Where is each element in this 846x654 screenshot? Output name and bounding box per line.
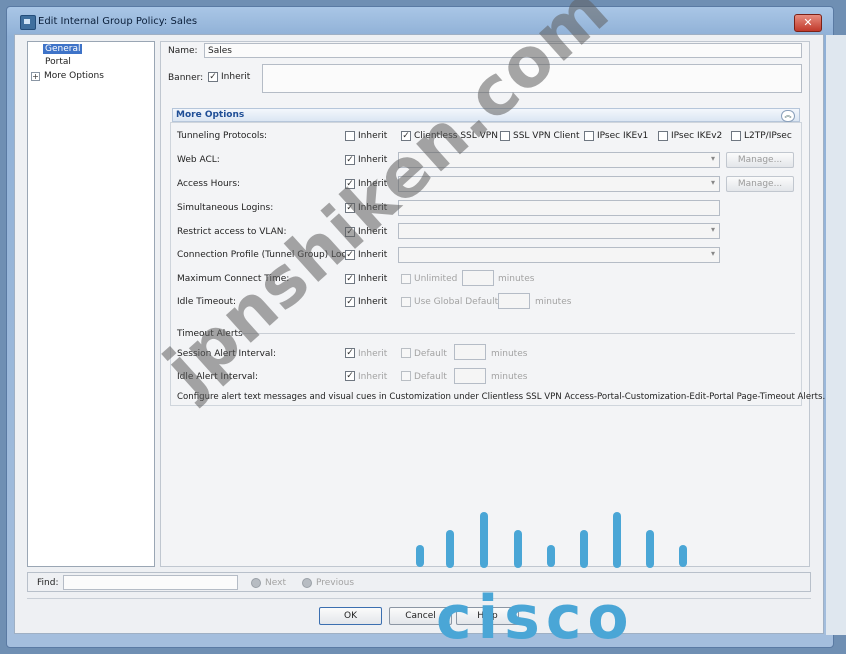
unlimited-label: Unlimited	[414, 274, 458, 284]
window-title: Edit Internal Group Policy: Sales	[38, 16, 198, 27]
tunneling-inherit-checkbox[interactable]	[345, 131, 355, 141]
ipsec-ikev2-checkbox[interactable]	[658, 131, 668, 141]
l2tp-ipsec-checkbox[interactable]	[731, 131, 741, 141]
find-label: Find:	[37, 578, 59, 588]
ok-button[interactable]: OK	[319, 607, 382, 625]
session-alert-inherit-checkbox[interactable]: ✓	[345, 348, 355, 358]
timeout-alerts-footnote: Configure alert text messages and visual…	[177, 392, 826, 402]
collapse-icon[interactable]: ︽	[781, 110, 795, 122]
cisco-bar	[613, 512, 621, 568]
banner-inherit-label: Inherit	[221, 72, 251, 82]
restrict-vlan-select[interactable]	[398, 223, 720, 239]
max-connect-time-inherit-label: Inherit	[358, 274, 388, 284]
timeout-alerts-divider	[240, 333, 795, 334]
tree-item-portal[interactable]: Portal	[45, 57, 71, 67]
navigation-tree	[27, 41, 155, 567]
tree-item-general[interactable]: General	[43, 44, 83, 54]
session-alert-unit: minutes	[491, 349, 528, 359]
next-icon	[251, 578, 261, 588]
use-global-default-checkbox[interactable]	[401, 297, 411, 307]
idle-alert-default-label: Default	[414, 372, 447, 382]
button-bar-divider	[27, 598, 811, 599]
close-button[interactable]: ✕	[794, 14, 822, 32]
find-previous-button[interactable]: Previous	[316, 578, 354, 588]
simultaneous-logins-input[interactable]	[398, 200, 720, 216]
ipsec-ikev1-checkbox[interactable]	[584, 131, 594, 141]
idle-alert-inherit-checkbox[interactable]: ✓	[345, 371, 355, 381]
idle-timeout-inherit-label: Inherit	[358, 297, 388, 307]
l2tp-ipsec-label: L2TP/IPsec	[744, 131, 792, 141]
ipsec-ikev1-label: IPsec IKEv1	[597, 131, 649, 141]
unlimited-checkbox[interactable]	[401, 274, 411, 284]
restrict-vlan-label: Restrict access to VLAN:	[177, 227, 287, 237]
session-alert-inherit-label: Inherit	[358, 349, 388, 359]
idle-alert-default-checkbox[interactable]	[401, 371, 411, 381]
app-icon	[20, 15, 36, 30]
idle-timeout-inherit-checkbox[interactable]: ✓	[345, 297, 355, 307]
cisco-bar	[646, 530, 654, 568]
web-acl-inherit-checkbox[interactable]: ✓	[345, 155, 355, 165]
cisco-bar	[580, 530, 588, 568]
previous-icon	[302, 578, 312, 588]
banner-label: Banner:	[168, 73, 204, 83]
idle-timeout-input[interactable]	[498, 293, 530, 309]
tree-item-more-options[interactable]: More Options	[44, 71, 104, 81]
tunneling-protocols-label: Tunneling Protocols:	[177, 131, 268, 141]
session-alert-default-label: Default	[414, 349, 447, 359]
access-hours-manage-button[interactable]: Manage...	[726, 176, 794, 192]
idle-alert-inherit-label: Inherit	[358, 372, 388, 382]
use-global-default-label: Use Global Default	[414, 297, 499, 307]
find-next-button[interactable]: Next	[265, 578, 286, 588]
cisco-bar	[514, 530, 522, 568]
expand-icon[interactable]: +	[31, 72, 40, 81]
max-connect-time-unit: minutes	[498, 274, 535, 284]
background-window-edge	[826, 35, 846, 635]
ssl-vpn-client-label: SSL VPN Client	[513, 131, 580, 141]
cisco-bar	[547, 545, 555, 567]
banner-inherit-checkbox[interactable]: ✓	[208, 72, 218, 82]
connection-profile-lock-select[interactable]	[398, 247, 720, 263]
idle-alert-interval-input[interactable]	[454, 368, 486, 384]
cisco-bar	[679, 545, 687, 567]
idle-timeout-unit: minutes	[535, 297, 572, 307]
session-alert-default-checkbox[interactable]	[401, 348, 411, 358]
cisco-bar	[446, 530, 454, 568]
simultaneous-logins-label: Simultaneous Logins:	[177, 203, 274, 213]
name-value: Sales	[208, 46, 232, 56]
idle-alert-unit: minutes	[491, 372, 528, 382]
ipsec-ikev2-label: IPsec IKEv2	[671, 131, 723, 141]
cisco-bar	[480, 512, 488, 568]
more-options-title: More Options	[176, 110, 245, 120]
access-hours-label: Access Hours:	[177, 179, 241, 189]
cisco-bar	[416, 545, 424, 567]
web-acl-manage-button[interactable]: Manage...	[726, 152, 794, 168]
max-connect-time-input[interactable]	[462, 270, 494, 286]
find-input[interactable]	[63, 575, 238, 590]
name-label: Name:	[168, 46, 198, 56]
web-acl-label: Web ACL:	[177, 155, 220, 165]
session-alert-interval-input[interactable]	[454, 344, 486, 360]
cisco-logo-text: cisco	[436, 583, 635, 653]
